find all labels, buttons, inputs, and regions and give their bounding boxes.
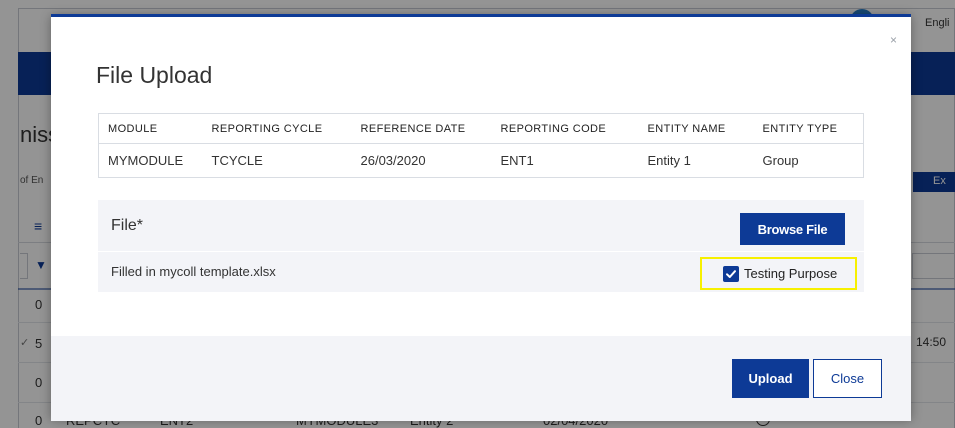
- selected-file-name: Filled in mycoll template.xlsx: [111, 264, 276, 279]
- file-panel: File* Browse File Filled in mycoll templ…: [98, 200, 864, 292]
- table-row: MYMODULE TCYCLE 26/03/2020 ENT1 Entity 1…: [99, 144, 864, 178]
- column-header-entity-type: ENTITY TYPE: [753, 113, 864, 144]
- upload-button[interactable]: Upload: [732, 359, 809, 398]
- column-header-reference-date: REFERENCE DATE: [351, 113, 492, 144]
- testing-purpose-highlight: Testing Purpose: [700, 257, 857, 290]
- cell-entity-name: Entity 1: [647, 153, 691, 168]
- browse-file-button[interactable]: Browse File: [740, 213, 845, 245]
- cell-reporting-code: ENT1: [500, 153, 534, 168]
- file-upload-modal: × File Upload MODULE REPORTING CYCLE REF…: [51, 14, 911, 421]
- close-icon[interactable]: ×: [890, 33, 897, 47]
- file-label: File*: [111, 217, 144, 234]
- cell-reference-date: 26/03/2020: [360, 153, 426, 168]
- column-header-reporting-cycle: REPORTING CYCLE: [202, 113, 352, 144]
- checkmark-icon: [726, 270, 736, 278]
- column-header-reporting-code: REPORTING CODE: [491, 113, 639, 144]
- column-header-module: MODULE: [98, 113, 203, 144]
- cell-reporting-cycle: TCYCLE: [211, 153, 263, 168]
- column-header-entity-name: ENTITY NAME: [638, 113, 754, 144]
- testing-purpose-label[interactable]: Testing Purpose: [744, 266, 837, 281]
- modal-footer: Upload Close: [51, 336, 911, 421]
- modal-title: File Upload: [96, 62, 213, 88]
- file-panel-header: File* Browse File: [98, 200, 864, 252]
- upload-info-table: MODULE REPORTING CYCLE REFERENCE DATE RE…: [98, 113, 864, 178]
- close-button[interactable]: Close: [813, 359, 882, 398]
- table-header-row: MODULE REPORTING CYCLE REFERENCE DATE RE…: [98, 113, 864, 144]
- cell-entity-type: Group: [762, 153, 799, 168]
- cell-module: MYMODULE: [108, 153, 184, 168]
- testing-purpose-checkbox[interactable]: [723, 266, 739, 282]
